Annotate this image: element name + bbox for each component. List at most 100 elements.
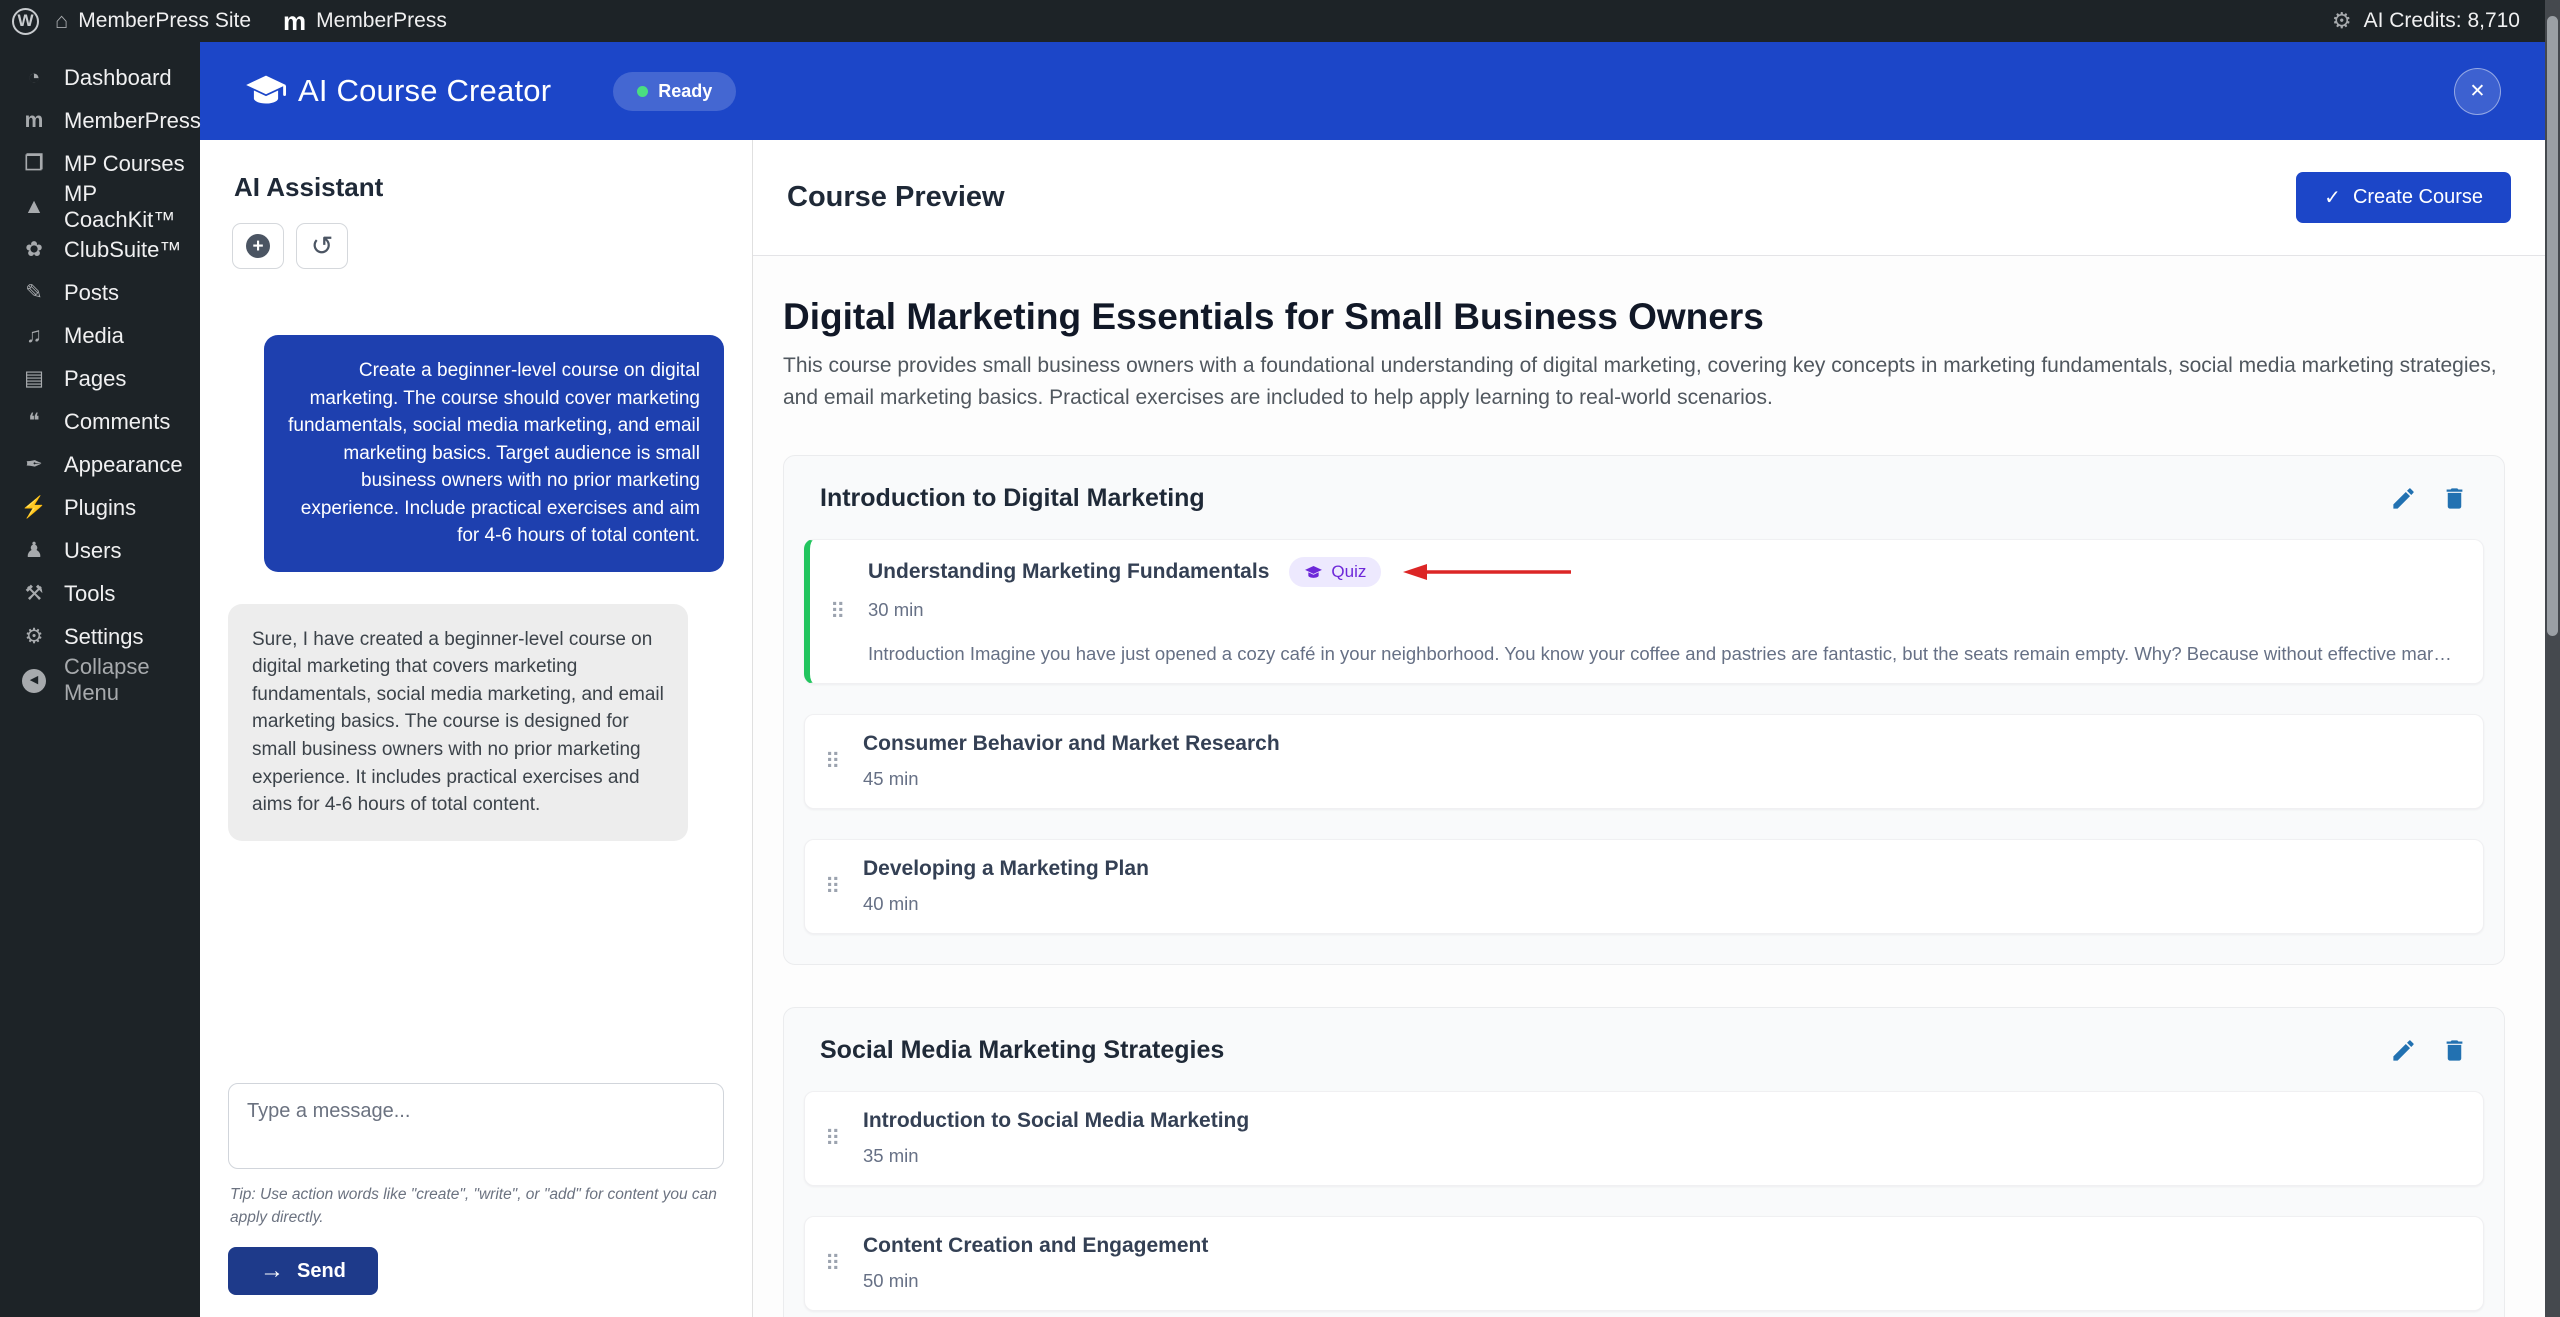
dashboard-icon: ◔ [20, 67, 48, 88]
message-input[interactable] [228, 1083, 724, 1169]
sidebar-item-label: Settings [64, 624, 144, 650]
sidebar-item-clubsuite-[interactable]: ✿ ClubSuite™ [0, 228, 200, 271]
delete-section-button[interactable] [2441, 485, 2468, 512]
sidebar-item-pages[interactable]: ▤ Pages [0, 357, 200, 400]
lesson-duration: 30 min [868, 599, 2457, 621]
section-actions [2390, 1037, 2468, 1064]
red-arrow-annotation [1403, 561, 1575, 583]
sidebar-item-media[interactable]: ♫ Media [0, 314, 200, 357]
drag-handle-icon[interactable]: ⠿ [830, 601, 845, 622]
lesson-card[interactable]: ⠿ Developing a Marketing Plan 40 min [804, 839, 2484, 934]
drag-handle-icon[interactable]: ⠿ [825, 751, 840, 772]
sidebar-item-mp-courses[interactable]: ❐ MP Courses [0, 142, 200, 185]
sidebar-item-label: Dashboard [64, 65, 172, 91]
lesson-duration: 40 min [863, 893, 2457, 915]
lesson-title-row: Content Creation and Engagement [863, 1234, 2457, 1258]
sidebar-item-tools[interactable]: ⚒ Tools [0, 572, 200, 615]
edit-section-button[interactable] [2390, 485, 2417, 512]
user-message-bubble: Create a beginner-level course on digita… [264, 335, 724, 572]
drag-handle-icon[interactable]: ⠿ [825, 1128, 840, 1149]
section-header: Social Media Marketing Strategies [804, 1036, 2484, 1091]
close-icon: ✕ [2470, 80, 2486, 103]
sidebar-item-label: MP CoachKit™ [64, 181, 200, 233]
sidebar-item-label: ClubSuite™ [64, 237, 181, 263]
plugin-icon: ⚡ [20, 497, 48, 518]
media-icon: ♫ [20, 325, 48, 346]
admin-bar-memberpress-link[interactable]: m MemberPress [267, 0, 463, 42]
drag-handle-icon[interactable]: ⠿ [825, 876, 840, 897]
clubsuite-icon: ✿ [20, 239, 48, 260]
course-description: This course provides small business owne… [783, 350, 2505, 413]
sidebar-item-settings[interactable]: ⚙ Settings [0, 615, 200, 658]
sidebar-item-memberpress[interactable]: m MemberPress [0, 99, 200, 142]
send-label: Send [297, 1260, 346, 1283]
section-title: Introduction to Digital Marketing [820, 484, 1205, 513]
ai-credits-area[interactable]: ⚙ AI Credits: 8,710 [2332, 9, 2560, 33]
sidebar-item-label: Collapse Menu [64, 654, 200, 706]
gear-icon: ⚙ [2332, 10, 2352, 32]
trash-icon [2441, 485, 2468, 512]
wordpress-icon[interactable]: W [12, 8, 39, 35]
new-chat-button[interactable]: + [232, 223, 284, 269]
check-icon: ✓ [2324, 185, 2341, 210]
chat-history-button[interactable]: ↺ [296, 223, 348, 269]
pin-icon: ✎ [20, 282, 48, 303]
coachkit-icon: ▲ [20, 196, 48, 217]
sidebar-item-appearance[interactable]: ✒ Appearance [0, 443, 200, 486]
lesson-title-row: Understanding Marketing Fundamentals Qui… [868, 557, 2457, 587]
site-name: MemberPress Site [78, 9, 251, 33]
close-button[interactable]: ✕ [2454, 68, 2501, 115]
sidebar-item-plugins[interactable]: ⚡ Plugins [0, 486, 200, 529]
lesson-card[interactable]: ⠿ Content Creation and Engagement 50 min [804, 1216, 2484, 1311]
lesson-card[interactable]: ⠿ Consumer Behavior and Market Research … [804, 714, 2484, 809]
lesson-excerpt: Introduction Imagine you have just opene… [868, 643, 2457, 665]
course-preview-panel: Course Preview ✓ Create Course Digital M… [753, 140, 2545, 1317]
send-button[interactable]: → Send [228, 1247, 378, 1295]
status-label: Ready [658, 81, 712, 102]
chat-messages: Create a beginner-level course on digita… [228, 335, 724, 1083]
home-icon: ⌂ [55, 10, 68, 32]
sidebar-item-collapse-menu[interactable]: ◀ Collapse Menu [0, 658, 200, 701]
sidebar-item-comments[interactable]: ❝ Comments [0, 400, 200, 443]
scrollbar-thumb[interactable] [2547, 16, 2558, 636]
memberpress-icon: m [20, 110, 48, 131]
trash-icon [2441, 1037, 2468, 1064]
message-composer: Tip: Use action words like "create", "wr… [228, 1083, 724, 1295]
create-course-button[interactable]: ✓ Create Course [2296, 172, 2511, 223]
lesson-title: Understanding Marketing Fundamentals [868, 560, 1269, 584]
create-course-label: Create Course [2353, 186, 2483, 209]
status-badge: Ready [613, 72, 736, 111]
sidebar-item-users[interactable]: ♟ Users [0, 529, 200, 572]
wp-sidebar: ◔ Dashboard m MemberPress ❐ MP Courses ▲… [0, 42, 200, 1317]
delete-section-button[interactable] [2441, 1037, 2468, 1064]
sidebar-item-posts[interactable]: ✎ Posts [0, 271, 200, 314]
lesson-duration: 45 min [863, 768, 2457, 790]
section-actions [2390, 485, 2468, 512]
memberpress-label: MemberPress [316, 9, 447, 33]
arrow-right-icon: → [260, 1259, 284, 1283]
course-preview-title: Course Preview [787, 181, 1005, 214]
lesson-card[interactable]: ⠿ Understanding Marketing Fundamentals Q… [804, 539, 2484, 684]
lesson-title: Content Creation and Engagement [863, 1234, 1208, 1258]
course-section-card: Social Media Marketing Strategies ⠿ Intr… [783, 1007, 2505, 1317]
section-title: Social Media Marketing Strategies [820, 1036, 1224, 1065]
history-icon: ↺ [311, 233, 334, 260]
lesson-card[interactable]: ⠿ Introduction to Social Media Marketing… [804, 1091, 2484, 1186]
window-scrollbar[interactable] [2545, 0, 2560, 1317]
quiz-badge-label: Quiz [1331, 562, 1366, 582]
sidebar-item-mp-coachkit-[interactable]: ▲ MP CoachKit™ [0, 185, 200, 228]
pencil-icon [2390, 1037, 2417, 1064]
lesson-duration: 35 min [863, 1145, 2457, 1167]
collapse-icon: ◀ [20, 666, 48, 693]
sidebar-item-dashboard[interactable]: ◔ Dashboard [0, 56, 200, 99]
admin-bar-site-link[interactable]: ⌂ MemberPress Site [39, 0, 267, 42]
section-header: Introduction to Digital Marketing [804, 484, 2484, 539]
settings-icon: ⚙ [20, 626, 48, 647]
chat-actions: + ↺ [232, 223, 724, 269]
drag-handle-icon[interactable]: ⠿ [825, 1253, 840, 1274]
sidebar-item-label: Users [64, 538, 121, 564]
edit-section-button[interactable] [2390, 1037, 2417, 1064]
ai-credits-label: AI Credits: 8,710 [2364, 9, 2520, 33]
lesson-title: Consumer Behavior and Market Research [863, 732, 1280, 756]
page-title: AI Course Creator [298, 73, 551, 109]
